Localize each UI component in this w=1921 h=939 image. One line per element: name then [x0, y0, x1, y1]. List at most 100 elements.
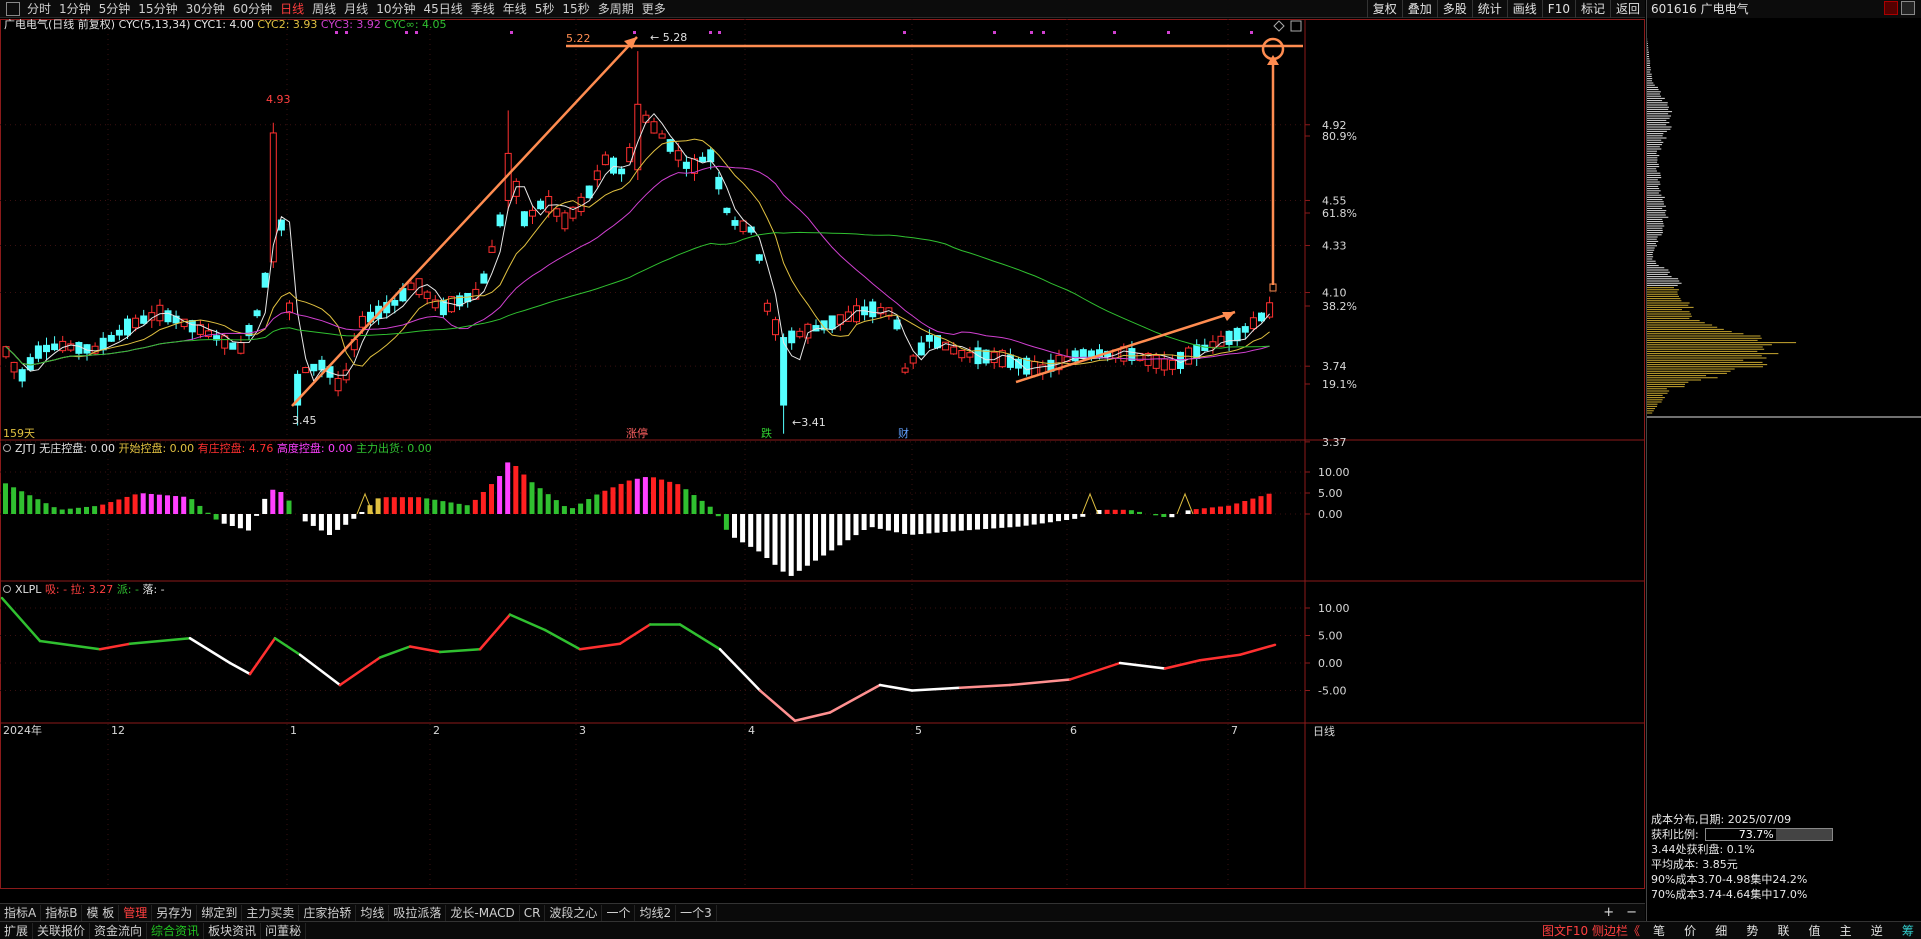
- candle-body: [958, 349, 966, 359]
- zjtj-bar: [594, 494, 600, 514]
- toolbar-button[interactable]: 叠加: [1401, 0, 1437, 18]
- xlpl-segment: [1238, 643, 1277, 656]
- layout-icon[interactable]: [1901, 1, 1915, 15]
- right-tab[interactable]: 笔: [1646, 923, 1672, 939]
- xlpl-segment: [338, 656, 382, 687]
- zoom-in-icon[interactable]: +: [1603, 904, 1614, 921]
- info-tab[interactable]: 板块资讯: [204, 922, 262, 939]
- right-tab[interactable]: 值: [1802, 923, 1828, 939]
- zjtj-bar: [262, 498, 268, 514]
- indicator-tab[interactable]: 庄家抬轿: [299, 904, 357, 921]
- zjtj-legend: ZJTJ 无庄控盘: 0.00 开始控盘: 0.00 有庄控盘: 4.76 高度…: [15, 441, 432, 455]
- kline-chart[interactable]: 4.9280.9%4.5561.8%4.334.1038.2%3.7419.1%…: [0, 19, 1645, 889]
- indicator-tab[interactable]: 指标A: [0, 904, 42, 921]
- info-tabs: 扩展 关联报价 资金流向 综合资讯 板块资讯 问董秘 图文F10 侧边栏《 笔价细势联值主…: [0, 921, 1921, 939]
- indicator-tab[interactable]: 均线: [356, 904, 390, 921]
- zjtj-bar: [464, 505, 470, 514]
- right-tab[interactable]: 逆: [1864, 923, 1890, 939]
- zjtj-bar: [440, 501, 446, 514]
- timeframe-tab[interactable]: 15秒: [558, 0, 593, 18]
- signal-dot: [335, 31, 338, 34]
- toolbar-button[interactable]: 标记: [1574, 0, 1610, 18]
- candle-body: [1266, 302, 1274, 318]
- timeframe-tab[interactable]: 5秒: [531, 0, 559, 18]
- indicator-tab[interactable]: 一个: [602, 904, 636, 921]
- cost-line-3: 3.44处获利盘: 0.1%: [1651, 843, 1755, 856]
- candle-body: [950, 346, 958, 355]
- candle-body: [601, 154, 609, 166]
- indicator-tab[interactable]: 另存为: [152, 904, 198, 921]
- right-tab[interactable]: 细: [1708, 923, 1734, 939]
- indicator-tab[interactable]: 指标B: [41, 904, 83, 921]
- menu-icon[interactable]: [6, 1, 20, 16]
- info-tab[interactable]: 综合资讯: [147, 922, 205, 939]
- x-axis-label: 4: [748, 724, 755, 737]
- toolbar-button[interactable]: 返回: [1609, 0, 1645, 18]
- timeframe-tab[interactable]: 分时: [23, 0, 55, 18]
- right-tab[interactable]: 主: [1833, 923, 1859, 939]
- info-tab[interactable]: 扩展: [0, 922, 34, 939]
- timeframe-tab[interactable]: 5分钟: [95, 0, 135, 18]
- candle-body: [593, 170, 601, 181]
- timeframe-tab[interactable]: 日线: [276, 0, 308, 18]
- right-tab[interactable]: 筹: [1895, 923, 1921, 939]
- chart-area[interactable]: 4.92 80.9% 4.55 61.8% 4.33 4.10 38.2% 3.74 19.1%…: [0, 19, 1645, 889]
- flag-icon[interactable]: [1884, 1, 1898, 15]
- signal-dot: [1250, 31, 1253, 34]
- zjtj-bar: [497, 476, 503, 514]
- indicator-tab[interactable]: 均线2: [635, 904, 677, 921]
- zjtj-bar: [756, 514, 762, 552]
- timeframe-tab[interactable]: 年线: [499, 0, 531, 18]
- indicator-tab[interactable]: 绑定到: [197, 904, 243, 921]
- timeframe-tab[interactable]: 45日线: [419, 0, 466, 18]
- zjtj-bars: [3, 462, 1272, 576]
- zjtj-bar: [804, 514, 810, 566]
- right-tab[interactable]: 价: [1677, 923, 1703, 939]
- signal-dot: [718, 31, 721, 34]
- info-tab[interactable]: 资金流向: [90, 922, 148, 939]
- timeframe-tab[interactable]: 多周期: [594, 0, 638, 18]
- timeframe-tab[interactable]: 周线: [308, 0, 340, 18]
- toolbar-button[interactable]: 画线: [1506, 0, 1542, 18]
- zjtj-bar: [213, 514, 219, 520]
- zjtj-bar: [1201, 508, 1207, 514]
- indicator-tab[interactable]: 模 板: [82, 904, 120, 921]
- candle-body: [358, 315, 366, 328]
- indicator-tab[interactable]: 波段之心: [545, 904, 603, 921]
- sidebar-toggle-link[interactable]: 图文F10 侧边栏《: [1536, 922, 1646, 939]
- toolbar-button[interactable]: 统计: [1471, 0, 1507, 18]
- zoom-out-icon[interactable]: −: [1626, 904, 1637, 921]
- indicator-tab[interactable]: 主力买卖: [242, 904, 300, 921]
- chart-settings-icon: [1290, 20, 1302, 32]
- timeframe-tab[interactable]: 季线: [467, 0, 499, 18]
- toolbar-button[interactable]: 复权: [1366, 0, 1402, 18]
- candle-body: [909, 355, 917, 364]
- zjtj-bar: [570, 508, 575, 514]
- timeframe-tab[interactable]: 更多: [638, 0, 670, 18]
- timeframe-tab[interactable]: 月线: [340, 0, 372, 18]
- xlpl-segment: [1118, 661, 1167, 670]
- info-tab[interactable]: 问董秘: [261, 922, 307, 939]
- indicator-tab[interactable]: 龙长-MACD: [446, 904, 520, 921]
- high-label: 4.93: [266, 93, 291, 106]
- timeframe-tab[interactable]: 60分钟: [229, 0, 276, 18]
- right-tab[interactable]: 联: [1770, 923, 1796, 939]
- xlpl-segment: [298, 653, 342, 687]
- toolbar-button[interactable]: F10: [1541, 0, 1575, 18]
- candle-body: [699, 156, 707, 163]
- zjtj-bar: [926, 514, 932, 534]
- indicator-tab[interactable]: CR: [520, 904, 546, 921]
- xlpl-segment: [273, 637, 302, 656]
- stock-header: 601616 广电电气: [1647, 0, 1921, 18]
- right-tab[interactable]: 势: [1739, 923, 1765, 939]
- timeframe-tab[interactable]: 30分钟: [182, 0, 229, 18]
- timeframe-tab[interactable]: 1分钟: [55, 0, 95, 18]
- indicator-tab[interactable]: 管理: [119, 904, 153, 921]
- info-tab[interactable]: 关联报价: [33, 922, 91, 939]
- profit-ratio-remainder: [1776, 829, 1832, 840]
- timeframe-tab[interactable]: 15分钟: [134, 0, 181, 18]
- toolbar-button[interactable]: 多股: [1436, 0, 1472, 18]
- timeframe-tab[interactable]: 10分钟: [372, 0, 419, 18]
- indicator-tab[interactable]: 吸拉派落: [389, 904, 447, 921]
- indicator-tab[interactable]: 一个3: [676, 904, 717, 921]
